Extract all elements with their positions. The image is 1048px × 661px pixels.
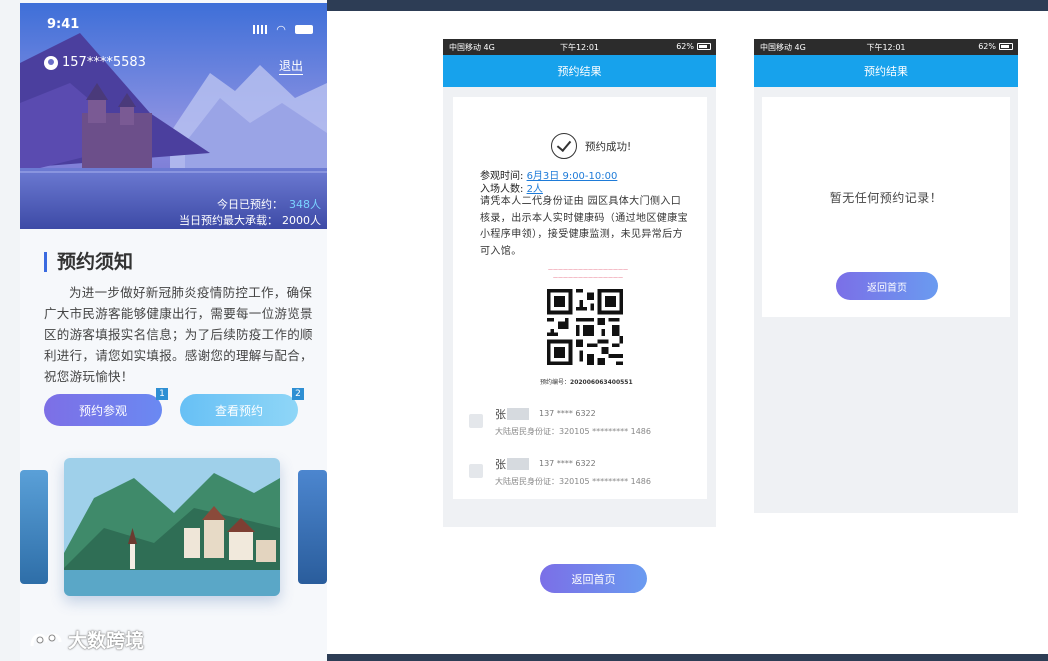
carousel-main-slide[interactable]	[64, 458, 280, 596]
page-title: 预约结果	[754, 55, 1018, 87]
status-time: 下午12:01	[559, 43, 600, 52]
red-notice-line-2: ——————————————	[553, 275, 623, 281]
battery-icon	[295, 25, 313, 34]
reservation-number: 预约编号：202006063400551	[540, 377, 633, 386]
visitor-id: 大陆居民身份证：320105 ********* 1486	[495, 477, 651, 486]
visitor-checkbox[interactable]	[469, 414, 483, 428]
today-booked-stat: 今日已预约： 348人	[217, 196, 321, 212]
max-capacity-value: 2000人	[282, 214, 321, 227]
user-phone: 157****5583	[62, 55, 146, 70]
notice-body: 为进一步做好新冠肺炎疫情防控工作，确保广大市民游客能够健康出行，需要每一位游览景…	[44, 285, 313, 384]
reservation-number-value: 202006063400551	[570, 379, 633, 386]
visitor-id: 大陆居民身份证：320105 ********* 1486	[495, 427, 651, 436]
view-badge: 2	[292, 388, 304, 400]
list-item[interactable]: 张 137 **** 6322 大陆居民身份证：320105 *********…	[453, 400, 707, 450]
carousel-prev-slide[interactable]	[20, 470, 48, 584]
left-gutter	[0, 0, 20, 661]
today-booked-label: 今日已预约：	[217, 198, 283, 211]
booking-result-card: 预约成功! 参观时间: 6月3日 9:00-10:00 入场人数: 2人 请凭本…	[453, 97, 707, 395]
result-success-screen: 中国移动 4G 下午12:01 62% 预约结果 预约成功! 参观时间: 6月3…	[443, 39, 716, 527]
logout-link[interactable]: 退出	[278, 57, 303, 75]
empty-result-card: 暂无任何预约记录！ 返回首页	[762, 97, 1010, 317]
max-capacity-stat: 当日预约最大承载： 2000人	[179, 212, 321, 228]
success-text: 预约成功!	[585, 140, 632, 153]
visitor-name-text: 张	[495, 458, 506, 471]
entry-instructions: 请凭本人二代身份证由 园区具体大门侧入口核录，出示本人实时健康码（通过地区健康宝…	[480, 196, 688, 257]
battery-percent: 62%	[676, 42, 694, 51]
carousel-next-slide[interactable]	[298, 470, 327, 584]
visitor-list: 张 137 **** 6322 大陆居民身份证：320105 *********…	[453, 394, 707, 499]
visitor-name: 张	[495, 406, 529, 422]
status-bar: 中国移动 4G 下午12:01 62%	[443, 39, 716, 55]
watermark-text: 大数跨境	[68, 630, 145, 652]
book-badge: 1	[156, 388, 168, 400]
red-notice-line-1: ————————————————	[548, 267, 628, 273]
success-message: 预约成功!	[551, 133, 631, 159]
view-booking-button[interactable]: 查看预约	[180, 394, 298, 426]
frame-top-bar	[327, 0, 1048, 11]
battery-percent: 62%	[978, 42, 996, 51]
home-screen: 9:41 ◠ 157****5583 退出 今日已预约： 348人 当日预约最大承…	[20, 0, 327, 661]
visitor-name-text: 张	[495, 408, 506, 421]
village-lake-photo	[64, 458, 280, 596]
empty-message: 暂无任何预约记录！	[829, 191, 943, 205]
wifi-icon: ◠	[276, 23, 286, 36]
list-item[interactable]: 张 137 **** 6322 大陆居民身份证：320105 *********…	[453, 450, 707, 500]
visitor-name: 张	[495, 456, 529, 472]
visitor-count: 入场人数: 2人	[480, 180, 543, 195]
reservation-number-label: 预约编号：	[540, 379, 571, 386]
battery-icon	[697, 43, 711, 50]
status-icons: ◠	[249, 19, 313, 38]
result-empty-screen: 中国移动 4G 下午12:01 62% 预约结果 暂无任何预约记录！ 返回首页	[754, 39, 1018, 513]
visitor-phone: 137 **** 6322	[539, 459, 596, 468]
watermark-logo-icon	[30, 633, 62, 646]
visitor-phone: 137 **** 6322	[539, 409, 596, 418]
status-time: 9:41	[47, 17, 80, 32]
battery-icon	[999, 43, 1013, 50]
frame-bottom-bar	[327, 654, 1048, 661]
user-icon	[44, 55, 58, 70]
user-account[interactable]: 157****5583	[44, 55, 146, 70]
redacted-name	[507, 458, 529, 470]
status-bar: 中国移动 4G 下午12:01 62%	[754, 39, 1018, 55]
notice-title: 预约须知	[44, 252, 133, 272]
page-title: 预约结果	[443, 55, 716, 87]
visitor-checkbox[interactable]	[469, 464, 483, 478]
signal-icon	[253, 25, 268, 34]
today-booked-value: 348人	[289, 198, 321, 211]
redacted-name	[507, 408, 529, 420]
qr-code	[547, 289, 623, 365]
book-visit-button[interactable]: 预约参观	[44, 394, 162, 426]
watermark: 大数跨境	[28, 626, 144, 653]
return-home-button[interactable]: 返回首页	[836, 272, 938, 300]
hero-banner: 9:41 ◠ 157****5583 退出 今日已预约： 348人 当日预约最大承…	[20, 3, 327, 229]
max-capacity-label: 当日预约最大承载：	[179, 214, 278, 227]
return-home-button[interactable]: 返回首页	[540, 564, 647, 593]
check-circle-icon	[551, 133, 577, 159]
